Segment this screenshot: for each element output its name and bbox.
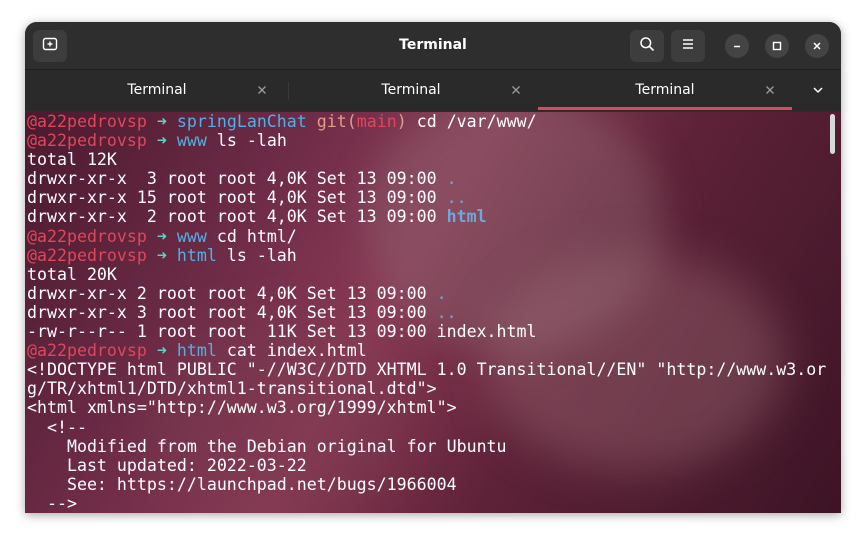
ls-entry: drwxr-xr-x 2 root root 4,0K Set 13 09:00… (27, 284, 826, 303)
prompt-arrow: ➜ (156, 341, 167, 361)
ls-entry-meta: drwxr-xr-x 2 root root 4,0K Set 13 09:00 (27, 283, 437, 303)
output-line: <!-- (27, 418, 826, 437)
prompt-line: @a22pedrovsp ➜ html cat index.html (27, 341, 826, 360)
ls-entry-name: . (446, 169, 457, 189)
ls-entry: drwxr-xr-x 3 root root 4,0K Set 13 09:00… (27, 169, 826, 188)
ls-entry-name: . (436, 283, 447, 303)
hamburger-menu-icon (680, 36, 696, 56)
command-text: cd /var/www/ (416, 112, 537, 131)
prompt-line: @a22pedrovsp ➜ html ls -lah (27, 246, 826, 265)
output-text: Modified from the Debian original for Ub… (27, 436, 507, 456)
output-line: See: https://launchpad.net/bugs/1966004 (27, 475, 826, 494)
output-text: g/TR/xhtml1/DTD/xhtml1-transitional.dtd"… (27, 379, 437, 399)
git-branch-indicator: git(main) (316, 112, 407, 131)
tab-close-icon[interactable] (762, 82, 778, 98)
output-line: total 12K (27, 150, 826, 169)
new-tab-icon (42, 36, 58, 56)
maximize-button[interactable] (765, 34, 789, 58)
ls-entry-name: .. (446, 188, 467, 208)
ls-entry-meta: drwxr-xr-x 3 root root 4,0K Set 13 09:00 (27, 169, 447, 189)
command-text: cat index.html (226, 341, 367, 361)
output-text: <!-- (27, 417, 87, 437)
ls-entry-meta: drwxr-xr-x 3 root root 4,0K Set 13 09:00 (27, 302, 437, 322)
output-line: Modified from the Debian original for Ub… (27, 437, 826, 456)
output-text: total 12K (27, 150, 117, 170)
terminal-output[interactable]: @a22pedrovsp ➜ springLanChat git(main) c… (25, 112, 841, 513)
output-line: <!DOCTYPE html PUBLIC "-//W3C//DTD XHTML… (27, 360, 826, 379)
output-line: <html xmlns="http://www.w3.org/1999/xhtm… (27, 398, 826, 417)
ls-entry: drwxr-xr-x 15 root root 4,0K Set 13 09:0… (27, 188, 826, 207)
tab-overflow-button[interactable] (803, 78, 833, 104)
ls-entry-name: html (446, 207, 487, 227)
output-line: g/TR/xhtml1/DTD/xhtml1-transitional.dtd"… (27, 379, 826, 398)
ls-entry-name: .. (436, 302, 457, 322)
ls-entry-meta: drwxr-xr-x 15 root root 4,0K Set 13 09:0… (27, 188, 447, 208)
header-bar: Terminal (25, 22, 841, 70)
search-icon (639, 36, 655, 56)
prompt-user: @a22pedrovsp (27, 112, 147, 131)
ls-entry: drwxr-xr-x 2 root root 4,0K Set 13 09:00… (27, 207, 826, 226)
prompt-user: @a22pedrovsp (27, 131, 147, 151)
tab-label: Terminal (635, 82, 695, 98)
terminal-window: Terminal Terminal Terminal Terminal @a22… (25, 22, 841, 513)
prompt-arrow: ➜ (156, 112, 167, 131)
maximize-icon (771, 37, 783, 56)
prompt-arrow: ➜ (156, 245, 167, 265)
search-button[interactable] (630, 30, 664, 62)
output-text: See: https://launchpad.net/bugs/1966004 (27, 474, 457, 494)
tab-terminal-1[interactable]: Terminal (30, 70, 284, 111)
menu-button[interactable] (671, 30, 705, 62)
close-window-button[interactable] (805, 34, 829, 58)
prompt-user: @a22pedrovsp (27, 245, 147, 265)
window-title: Terminal (399, 37, 467, 53)
ls-entry-meta: drwxr-xr-x 2 root root 4,0K Set 13 09:00 (27, 207, 447, 227)
prompt-arrow: ➜ (156, 226, 167, 246)
ls-entry: drwxr-xr-x 3 root root 4,0K Set 13 09:00… (27, 303, 826, 322)
tab-label: Terminal (381, 82, 441, 98)
tab-terminal-2[interactable]: Terminal (284, 70, 538, 111)
chevron-down-icon (811, 82, 825, 101)
tab-close-icon[interactable] (254, 82, 270, 98)
active-tab-indicator (538, 107, 792, 110)
output-text: --> (27, 493, 77, 513)
new-tab-button[interactable] (33, 30, 67, 62)
prompt-directory: www (176, 226, 207, 246)
prompt-arrow: ➜ (156, 131, 167, 151)
ls-entry: -rw-r--r-- 1 root root 11K Set 13 09:00 … (27, 322, 826, 341)
tab-terminal-3-active[interactable]: Terminal (538, 70, 792, 111)
prompt-line: @a22pedrovsp ➜ www cd html/ (27, 227, 826, 246)
terminal-lines: @a22pedrovsp ➜ springLanChat git(main) c… (27, 112, 826, 513)
prompt-user: @a22pedrovsp (27, 226, 147, 246)
output-text: Last updated: 2022-03-22 (27, 455, 307, 475)
command-text: ls -lah (226, 245, 297, 265)
output-text: total 20K (27, 264, 117, 284)
terminal-scrollbar[interactable] (830, 114, 835, 154)
prompt-user: @a22pedrovsp (27, 341, 147, 361)
prompt-line: @a22pedrovsp ➜ www ls -lah (27, 131, 826, 150)
prompt-directory: www (176, 131, 207, 151)
ls-entry-name: index.html (436, 322, 537, 342)
close-icon (811, 37, 823, 56)
command-text: ls -lah (216, 131, 287, 151)
minimize-button[interactable] (725, 34, 749, 58)
output-text: <!DOCTYPE html PUBLIC "-//W3C//DTD XHTML… (27, 360, 827, 380)
tab-label: Terminal (127, 82, 187, 98)
prompt-directory: html (176, 341, 217, 361)
command-text: cd html/ (216, 226, 297, 246)
output-text: <html xmlns="http://www.w3.org/1999/xhtm… (27, 398, 457, 418)
output-line: total 20K (27, 265, 826, 284)
minimize-icon (731, 37, 743, 56)
tab-close-icon[interactable] (508, 82, 524, 98)
prompt-directory: springLanChat (176, 112, 307, 131)
tab-bar: Terminal Terminal Terminal (25, 70, 841, 111)
output-line: --> (27, 494, 826, 513)
prompt-line: @a22pedrovsp ➜ springLanChat git(main) c… (27, 112, 826, 131)
ls-entry-meta: -rw-r--r-- 1 root root 11K Set 13 09:00 (27, 322, 437, 342)
output-line: Last updated: 2022-03-22 (27, 456, 826, 475)
prompt-directory: html (176, 245, 217, 265)
